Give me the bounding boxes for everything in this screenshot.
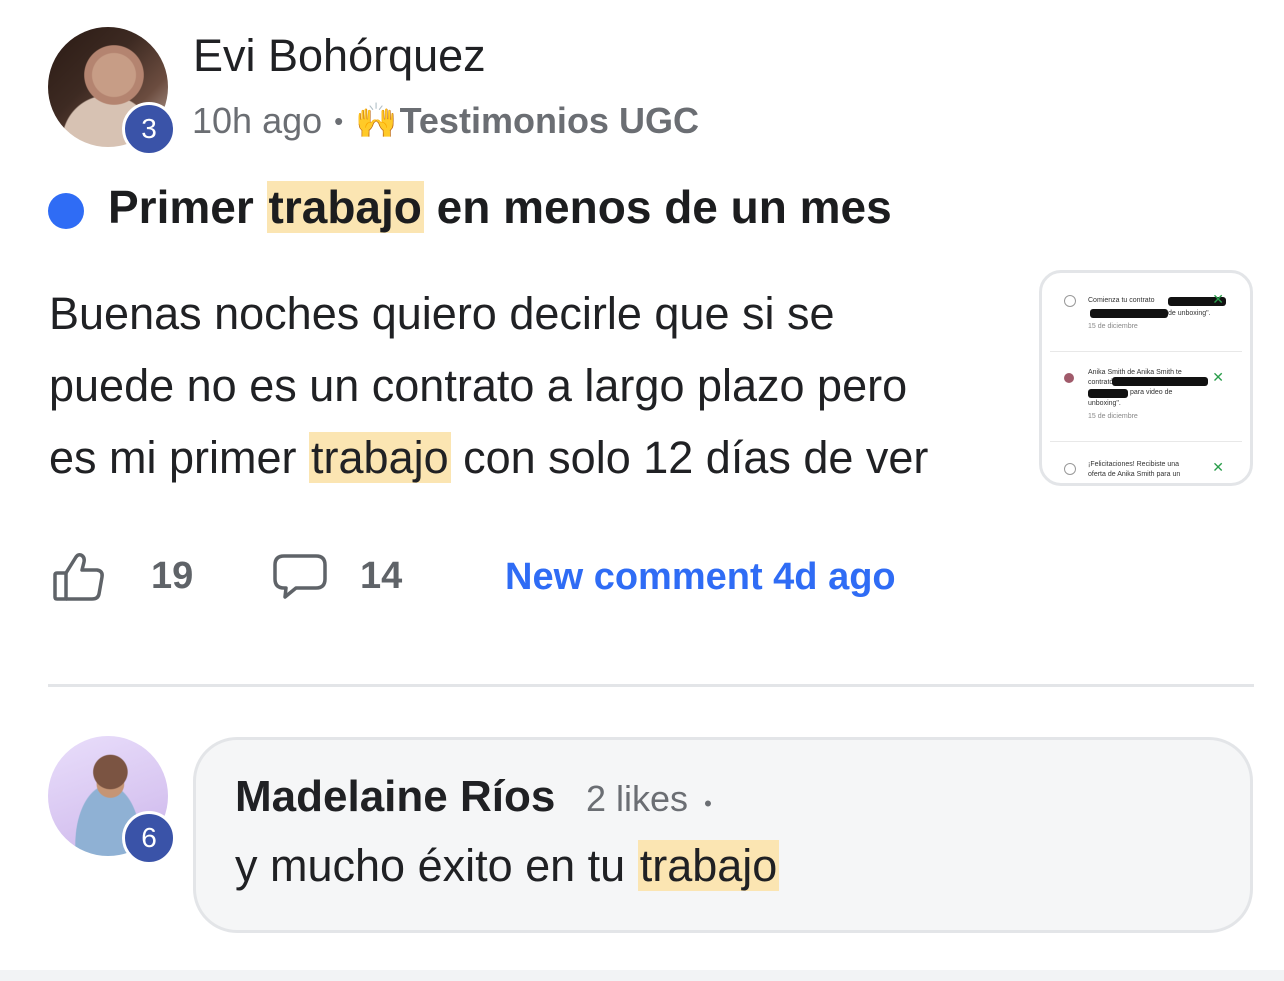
comment-button[interactable]	[272, 553, 328, 606]
new-comment-link[interactable]: New comment 4d ago	[505, 556, 896, 599]
post-title[interactable]: Primer trabajo en menos de un mes	[108, 180, 892, 234]
thumbs-up-icon	[53, 553, 104, 601]
post-time: 10h ago	[192, 100, 323, 141]
thumb-text: de unboxing".	[1168, 310, 1211, 317]
thumb-text: oferta de Anika Smith para un	[1088, 471, 1181, 478]
thumb-text: Comienza tu contrato	[1088, 297, 1155, 304]
close-icon: ✕	[1212, 369, 1224, 385]
bottom-separator	[0, 970, 1284, 981]
author-level-badge: 6	[122, 811, 176, 865]
thumb-text: Anika Smith de Anika Smith te	[1088, 369, 1182, 376]
unread-indicator	[48, 193, 84, 229]
thumb-notification: Comienza tu contrato de unboxing". 15 de…	[1050, 273, 1242, 352]
post-author-avatar[interactable]: 3	[48, 27, 180, 159]
comment-count: 14	[360, 555, 403, 597]
comment-author-avatar[interactable]: 6	[48, 736, 180, 868]
close-icon: ✕	[1212, 459, 1224, 475]
thumb-text: ¡Felicitaciones! Recibiste una	[1088, 461, 1180, 468]
raised-hands-icon: 🙌	[355, 102, 398, 140]
body-text: es mi primer	[49, 432, 310, 483]
avatar	[1064, 373, 1074, 383]
comment-likes-count: 2 likes	[586, 778, 689, 819]
close-icon: ✕	[1212, 291, 1224, 307]
meta-separator: •	[334, 105, 344, 136]
thumb-text: para video de	[1130, 389, 1173, 396]
megaphone-icon	[1064, 295, 1076, 307]
comment-bubble-icon	[273, 554, 327, 599]
body-line: es mi primer trabajo con solo 12 días de…	[49, 422, 1009, 494]
post-image-thumbnail[interactable]: Comienza tu contrato de unboxing". 15 de…	[1039, 270, 1253, 486]
thumb-notification: Anika Smith de Anika Smith te contrató p…	[1050, 351, 1242, 442]
search-highlight: trabajo	[309, 432, 451, 483]
thumb-text: contrató	[1088, 379, 1114, 386]
post-meta: 10h ago • 🙌 Testimonios UGC	[192, 100, 699, 142]
divider	[48, 684, 1254, 687]
title-text: en menos de un mes	[423, 181, 892, 233]
comment-likes: 2 likes •	[586, 778, 712, 820]
thumb-text: Comienza tu contrato	[1088, 297, 1155, 304]
thumb-notification: ¡Felicitaciones! Recibiste una oferta de…	[1050, 441, 1242, 483]
author-level-badge: 3	[122, 102, 176, 156]
post-category[interactable]: Testimonios UGC	[400, 100, 699, 142]
like-count: 19	[151, 555, 194, 597]
redaction	[1112, 377, 1208, 386]
title-text: Primer	[108, 181, 267, 233]
body-line: Buenas noches quiero decirle que si se	[49, 288, 835, 339]
thumb-date: 15 de diciembre	[1088, 323, 1138, 330]
like-button[interactable]	[52, 551, 106, 608]
search-highlight: trabajo	[637, 840, 780, 891]
comment-author-name[interactable]: Madelaine Ríos	[235, 772, 555, 822]
comment-text: y mucho éxito en tu trabajo	[235, 840, 780, 892]
redaction	[1088, 389, 1128, 398]
search-highlight: trabajo	[266, 181, 424, 233]
body-line: puede no es un contrato a largo plazo pe…	[49, 360, 908, 411]
comment-body: y mucho éxito en tu	[235, 840, 638, 891]
thumb-date: 15 de diciembre	[1088, 413, 1138, 420]
thumb-text: unboxing".	[1088, 400, 1121, 407]
post-author-name[interactable]: Evi Bohórquez	[193, 30, 486, 82]
meta-separator: •	[704, 791, 712, 816]
redaction	[1090, 309, 1168, 318]
comment-bubble[interactable]	[193, 737, 1253, 933]
body-text: con solo 12 días de ver	[450, 432, 929, 483]
briefcase-icon	[1064, 463, 1076, 475]
post-body[interactable]: Buenas noches quiero decirle que si se p…	[49, 278, 1009, 494]
